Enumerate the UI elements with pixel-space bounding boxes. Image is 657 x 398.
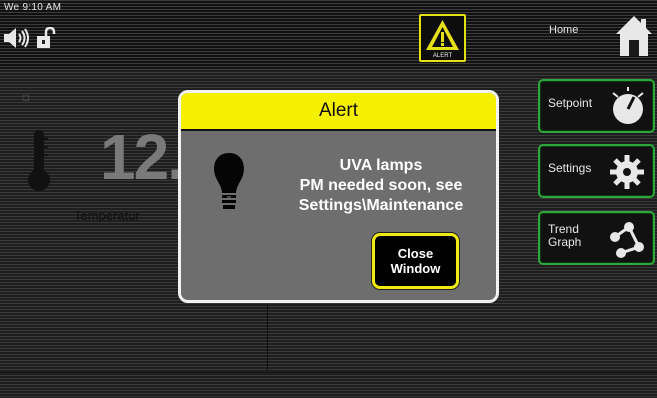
mini-indicator: ▢ [22, 93, 30, 102]
trend-graph-icon [610, 222, 644, 258]
warning-triangle-icon [426, 20, 459, 50]
bottom-divider [0, 372, 657, 373]
alert-indicator-button[interactable]: ALERT [419, 14, 466, 62]
padlock-open-icon[interactable] [36, 27, 58, 49]
divider-line [267, 305, 268, 371]
status-bar: We 9:10 AM ALERT Home [0, 0, 657, 68]
alert-message: UVA lamps PM needed soon, see Settings\M… [271, 156, 491, 216]
alert-message-line1: UVA lamps [339, 157, 423, 174]
alert-message-line3: Settings\Maintenance [298, 197, 464, 214]
settings-button-label: Settings [548, 161, 592, 175]
home-label[interactable]: Home [549, 24, 578, 36]
setpoint-button[interactable]: Setpoint [538, 79, 655, 133]
dial-icon [612, 87, 644, 124]
thermometer-icon [28, 130, 50, 191]
close-button-line2: Window [390, 261, 441, 276]
alert-dialog-title: Alert [181, 93, 496, 131]
setpoint-button-label: Setpoint [548, 96, 593, 110]
temperature-value: 12. [100, 121, 185, 193]
settings-button[interactable]: Settings [538, 144, 655, 198]
trend-graph-button-label: Trend Graph [548, 222, 582, 249]
temperature-label: Temperatur [74, 208, 140, 223]
alert-message-line2: PM needed soon, see [299, 177, 463, 194]
close-window-button[interactable]: Close Window [372, 233, 459, 289]
hmi-screen: We 9:10 AM ALERT Home ▢ 12. Temperatur S… [0, 0, 657, 398]
light-bulb-icon [214, 153, 244, 209]
gear-icon [610, 155, 644, 189]
trend-graph-button[interactable]: Trend Graph [538, 211, 655, 265]
speaker-volume-icon[interactable] [4, 27, 32, 49]
close-button-line1: Close [397, 246, 434, 261]
clock-time: We 9:10 AM [4, 2, 62, 13]
house-icon[interactable] [614, 14, 654, 58]
alert-dialog: Alert UVA lamps PM needed soon, see Sett… [178, 90, 499, 303]
alert-indicator-label: ALERT [432, 53, 453, 59]
